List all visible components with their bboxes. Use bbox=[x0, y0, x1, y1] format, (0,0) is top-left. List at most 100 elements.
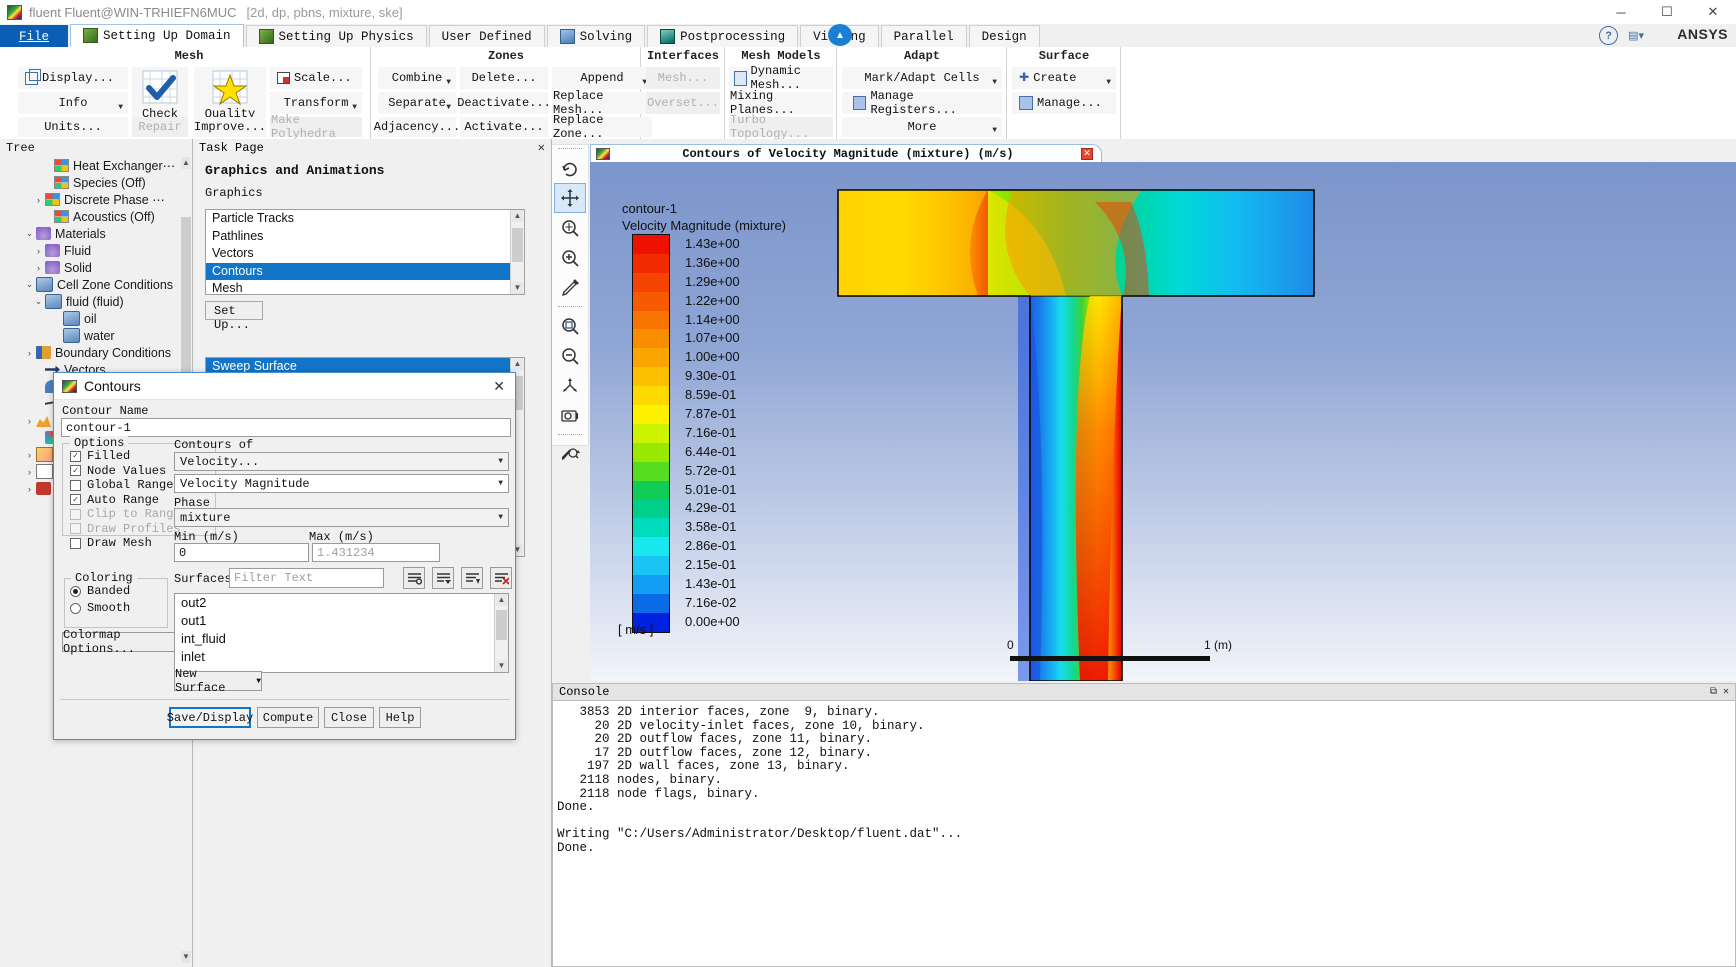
tree-item-solid[interactable]: › Solid bbox=[14, 259, 179, 276]
tree-item-heat-exchanger[interactable]: Heat Exchanger⋯ bbox=[14, 157, 179, 174]
zones-delete-button[interactable]: Delete... bbox=[460, 67, 548, 89]
chevron-icon[interactable]: › bbox=[32, 246, 45, 256]
min-input[interactable]: 0 bbox=[174, 543, 309, 562]
help-icon[interactable]: ? bbox=[1599, 26, 1619, 45]
console-output[interactable]: 3853 2D interior faces, zone 9, binary. … bbox=[552, 701, 1736, 967]
scroll-up-icon[interactable]: ▲ bbox=[496, 594, 507, 606]
tab-file[interactable]: File bbox=[0, 25, 69, 47]
zones-replace-zone-button[interactable]: Replace Zone... bbox=[552, 113, 652, 141]
chevron-icon[interactable]: › bbox=[23, 348, 36, 358]
tab-user-defined[interactable]: User Defined bbox=[428, 25, 545, 47]
graphics-scroll-thumb[interactable] bbox=[512, 228, 523, 262]
radio-icon[interactable] bbox=[70, 602, 81, 614]
surfaces-filter-icon[interactable] bbox=[461, 567, 483, 589]
max-input[interactable]: 1.431234 bbox=[312, 543, 440, 562]
surface-list-item[interactable]: out2 bbox=[175, 594, 508, 612]
chevron-icon[interactable]: › bbox=[32, 195, 45, 205]
checkbox-checked-icon[interactable]: ✓ bbox=[70, 465, 81, 476]
new-surface-button[interactable]: New Surface ▼ bbox=[174, 667, 262, 695]
chevron-icon[interactable]: › bbox=[23, 467, 36, 477]
checkbox-icon[interactable] bbox=[70, 537, 81, 549]
chevron-down-icon[interactable]: ▼ bbox=[498, 479, 503, 488]
tab-design[interactable]: Design bbox=[968, 25, 1040, 47]
zoom-in-icon[interactable] bbox=[554, 243, 586, 273]
tree-item-oil[interactable]: oil bbox=[14, 310, 179, 327]
chevron-icon[interactable]: › bbox=[23, 484, 36, 494]
graphics-list-item[interactable]: Mesh bbox=[206, 280, 524, 298]
mark-adapt-cells-button[interactable]: Mark/Adapt Cells ▼ bbox=[842, 67, 1002, 89]
save-display-button[interactable]: Save/Display bbox=[167, 707, 253, 728]
manage-registers-button[interactable]: Manage Registers... bbox=[842, 89, 1002, 117]
close-icon[interactable]: ✕ bbox=[493, 378, 505, 395]
surfaces-clear-icon[interactable] bbox=[490, 567, 512, 589]
chevron-down-icon[interactable]: ▼ bbox=[498, 513, 503, 522]
zones-append-button[interactable]: Append ▼ bbox=[552, 67, 652, 89]
adapt-more-button[interactable]: More ▼ bbox=[842, 117, 1002, 137]
mesh-scale-button[interactable]: Scale... bbox=[270, 67, 362, 89]
pan-icon[interactable] bbox=[554, 183, 586, 213]
chevron-down-icon[interactable]: ▼ bbox=[498, 457, 503, 466]
coloring-smooth[interactable]: Smooth bbox=[70, 601, 130, 615]
dynamic-mesh-button[interactable]: Dynamic Mesh... bbox=[729, 64, 833, 92]
chevron-icon[interactable]: ⌄ bbox=[32, 296, 45, 307]
tree-item-boundary-conditions[interactable]: › Boundary Conditions bbox=[14, 344, 179, 361]
surfaces-deselect-icon[interactable] bbox=[432, 567, 454, 589]
graphics-list-item[interactable]: Contours bbox=[206, 262, 524, 280]
close-button[interactable]: ✕ bbox=[1690, 0, 1736, 24]
graphics-list-scrollbar[interactable]: ▲ ▼ bbox=[510, 210, 524, 294]
dialog-close-button[interactable]: Close bbox=[324, 707, 374, 728]
surfaces-scroll-thumb[interactable] bbox=[496, 610, 507, 640]
zones-adjacency-button[interactable]: Adjacency... bbox=[374, 117, 460, 137]
tree-item-materials[interactable]: ⌄ Materials bbox=[14, 225, 179, 242]
pin-icon[interactable]: ▤▾ bbox=[1628, 29, 1644, 42]
mesh-display-button[interactable]: Display... bbox=[18, 67, 128, 89]
graphics-tab-contours[interactable]: Contours of Velocity Magnitude (mixture)… bbox=[590, 144, 1102, 162]
surface-manage-button[interactable]: Manage... bbox=[1012, 92, 1116, 114]
close-icon[interactable]: ✕ bbox=[538, 139, 551, 157]
tab-setting-up-domain[interactable]: Setting Up Domain bbox=[70, 24, 244, 47]
zones-combine-button[interactable]: Combine ▼ bbox=[378, 67, 456, 89]
zones-separate-button[interactable]: Separate ▼ bbox=[378, 92, 456, 114]
chevron-down-icon[interactable]: ▼ bbox=[118, 103, 123, 112]
tree-scroll-thumb[interactable] bbox=[181, 217, 191, 397]
chevron-up-icon[interactable]: ▲ bbox=[828, 24, 852, 46]
tab-postprocessing[interactable]: Postprocessing bbox=[647, 25, 799, 47]
chevron-down-icon[interactable]: ▼ bbox=[992, 78, 997, 87]
chevron-down-icon[interactable]: ▼ bbox=[256, 677, 261, 686]
graphics-list-item[interactable]: Pathlines bbox=[206, 228, 524, 246]
colormap-options-button[interactable]: Colormap Options... bbox=[62, 628, 182, 656]
contours-of-variable-combo[interactable]: Velocity Magnitude ▼ bbox=[174, 474, 509, 493]
zones-replace-mesh-button[interactable]: Replace Mesh... bbox=[552, 89, 652, 117]
mesh-info-button[interactable]: Info ▼ bbox=[18, 92, 128, 114]
chevron-down-icon[interactable]: ▼ bbox=[446, 103, 451, 112]
checkbox-icon[interactable] bbox=[70, 479, 81, 491]
option-auto-range[interactable]: ✓ Auto Range bbox=[70, 493, 159, 507]
tree-item-species-off[interactable]: Species (Off) bbox=[14, 174, 179, 191]
probe-icon[interactable] bbox=[554, 273, 586, 303]
help-button[interactable]: Help bbox=[379, 707, 421, 728]
surfaces-filter-input[interactable]: Filter Text bbox=[229, 568, 384, 588]
close-icon[interactable]: ✕ bbox=[1081, 147, 1093, 160]
graphics-list-item[interactable]: Particle Tracks bbox=[206, 210, 524, 228]
compute-button[interactable]: Compute bbox=[257, 707, 319, 728]
option-filled[interactable]: ✓ Filled bbox=[70, 449, 130, 463]
chevron-icon[interactable]: ⌄ bbox=[23, 228, 36, 239]
scroll-down-icon[interactable]: ▼ bbox=[496, 660, 507, 672]
zoom-out-icon[interactable] bbox=[554, 341, 586, 371]
reset-axes-icon[interactable] bbox=[554, 371, 586, 401]
mesh-units-button[interactable]: Units... bbox=[18, 117, 128, 137]
surfaces-listbox[interactable]: out2 out1 int_fluid inlet ▲ ▼ bbox=[174, 593, 509, 673]
minimize-button[interactable]: ─ bbox=[1598, 0, 1644, 24]
chevron-down-icon[interactable]: ▼ bbox=[446, 78, 451, 87]
close-icon[interactable]: ✕ bbox=[1723, 684, 1729, 701]
zones-activate-button[interactable]: Activate... bbox=[460, 117, 548, 137]
camera-icon[interactable] bbox=[554, 401, 586, 431]
tab-solving[interactable]: Solving bbox=[546, 25, 646, 47]
graphics-canvas[interactable]: contour-1 Velocity Magnitude (mixture) 1… bbox=[590, 162, 1736, 681]
tree-item-fluid[interactable]: › Fluid bbox=[14, 242, 179, 259]
option-draw-mesh[interactable]: Draw Mesh bbox=[70, 536, 152, 550]
mesh-transform-button[interactable]: Transform ▼ bbox=[270, 92, 362, 114]
surfaces-select-all-icon[interactable] bbox=[403, 567, 425, 589]
scroll-up-icon[interactable]: ▲ bbox=[181, 157, 191, 169]
chevron-icon[interactable]: › bbox=[23, 450, 36, 460]
